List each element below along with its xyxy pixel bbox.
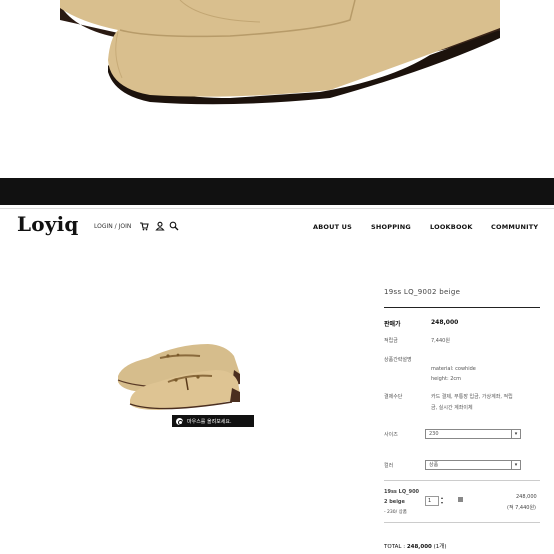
remove-icon[interactable] — [458, 497, 463, 502]
total-divider — [384, 522, 540, 523]
points-value: 7,440원 — [431, 338, 450, 344]
site-header: Loyiq LOGIN / JOIN ABOUT US SHOPPING LOO… — [0, 209, 554, 243]
payment-label: 결제수단 — [384, 394, 403, 400]
option-name-line2: 2 beige — [384, 499, 405, 505]
zoom-hint-text: 마우스를 올려보세요. — [187, 418, 232, 425]
option-points: (적 7,440원) — [507, 505, 537, 511]
option-divider — [384, 480, 540, 481]
total-label: TOTAL : — [384, 544, 406, 550]
color-label: 컬러 — [384, 463, 394, 469]
option-name-line1: 19ss LQ_900 — [384, 489, 420, 495]
total-summary: TOTAL : 248,000 (1개) — [384, 542, 446, 550]
product-title: 19ss LQ_9002 beige — [384, 288, 461, 296]
color-selected-value: 상품 — [429, 462, 439, 468]
summary-label: 상품간략설명 — [384, 357, 412, 363]
summary-material: material: cowhide — [431, 366, 476, 372]
cart-icon[interactable] — [139, 221, 149, 231]
nav-lookbook[interactable]: LOOKBOOK — [430, 223, 473, 231]
zoom-hint-bar: 마우스를 올려보세요. — [172, 415, 254, 427]
search-icon[interactable] — [169, 221, 179, 231]
price-label: 판매가 — [384, 321, 401, 328]
total-count: (1개) — [433, 544, 447, 550]
hero-product-image — [0, 0, 554, 178]
quantity-input[interactable]: 1 — [425, 496, 439, 506]
login-join-link[interactable]: LOGIN / JOIN — [94, 223, 131, 230]
magnifier-icon — [176, 417, 183, 425]
option-subtext: - 230/ 상품 — [384, 510, 407, 515]
total-value: 248,000 — [406, 544, 432, 550]
banner-band — [0, 178, 554, 205]
chevron-down-icon: ▾ — [511, 430, 520, 438]
color-select[interactable]: 상품 ▾ — [425, 460, 521, 470]
quantity-stepper[interactable]: ▴ ▾ — [441, 495, 443, 505]
site-logo[interactable]: Loyiq — [17, 212, 79, 236]
option-price: 248,000 — [516, 494, 537, 500]
price-value: 248,000 — [431, 319, 459, 326]
payment-methods-line1: 카드 결제, 무통장 입금, 가상계좌, 적립 — [431, 394, 513, 400]
payment-methods-line2: 금, 실시간 계좌이체 — [431, 405, 473, 411]
size-selected-value: 230 — [429, 431, 439, 437]
nav-shopping[interactable]: SHOPPING — [371, 223, 411, 231]
chevron-down-icon: ▾ — [511, 461, 520, 469]
nav-community[interactable]: COMMUNITY — [491, 223, 538, 231]
points-label: 적립금 — [384, 338, 398, 344]
nav-about-us[interactable]: ABOUT US — [313, 223, 352, 231]
size-select[interactable]: 230 ▾ — [425, 429, 521, 439]
product-image[interactable] — [108, 330, 250, 414]
size-label: 사이즈 — [384, 432, 398, 438]
summary-height: height: 2cm — [431, 376, 462, 382]
user-icon[interactable] — [155, 221, 165, 231]
title-divider — [384, 307, 540, 308]
